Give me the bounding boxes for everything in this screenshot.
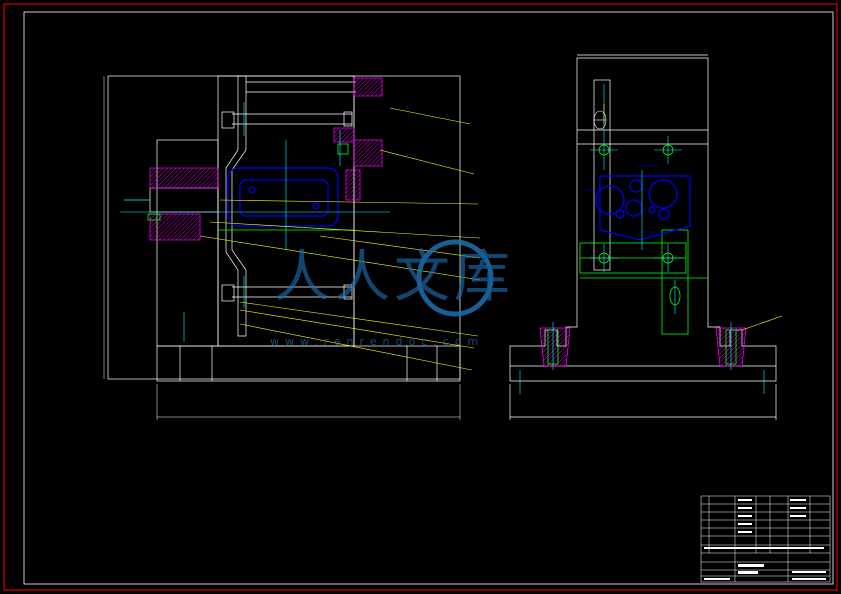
watermark: 人人文库 www.renrendoc.com [270, 239, 514, 348]
watermark-text: 人人文库 [274, 245, 514, 310]
side-hatched-parts [539, 327, 747, 367]
title-block-text-marks [704, 499, 826, 580]
title-block [700, 495, 831, 583]
watermark-url: www.renrendoc.com [270, 335, 484, 348]
cad-drawing: 人人文库 www.renrendoc.com [3, 3, 838, 591]
side-top-bolt [593, 110, 607, 130]
side-leader-lines [603, 104, 783, 331]
front-workpiece [227, 167, 339, 227]
cad-drawing-canvas: 人人文库 www.renrendoc.com [0, 0, 841, 594]
